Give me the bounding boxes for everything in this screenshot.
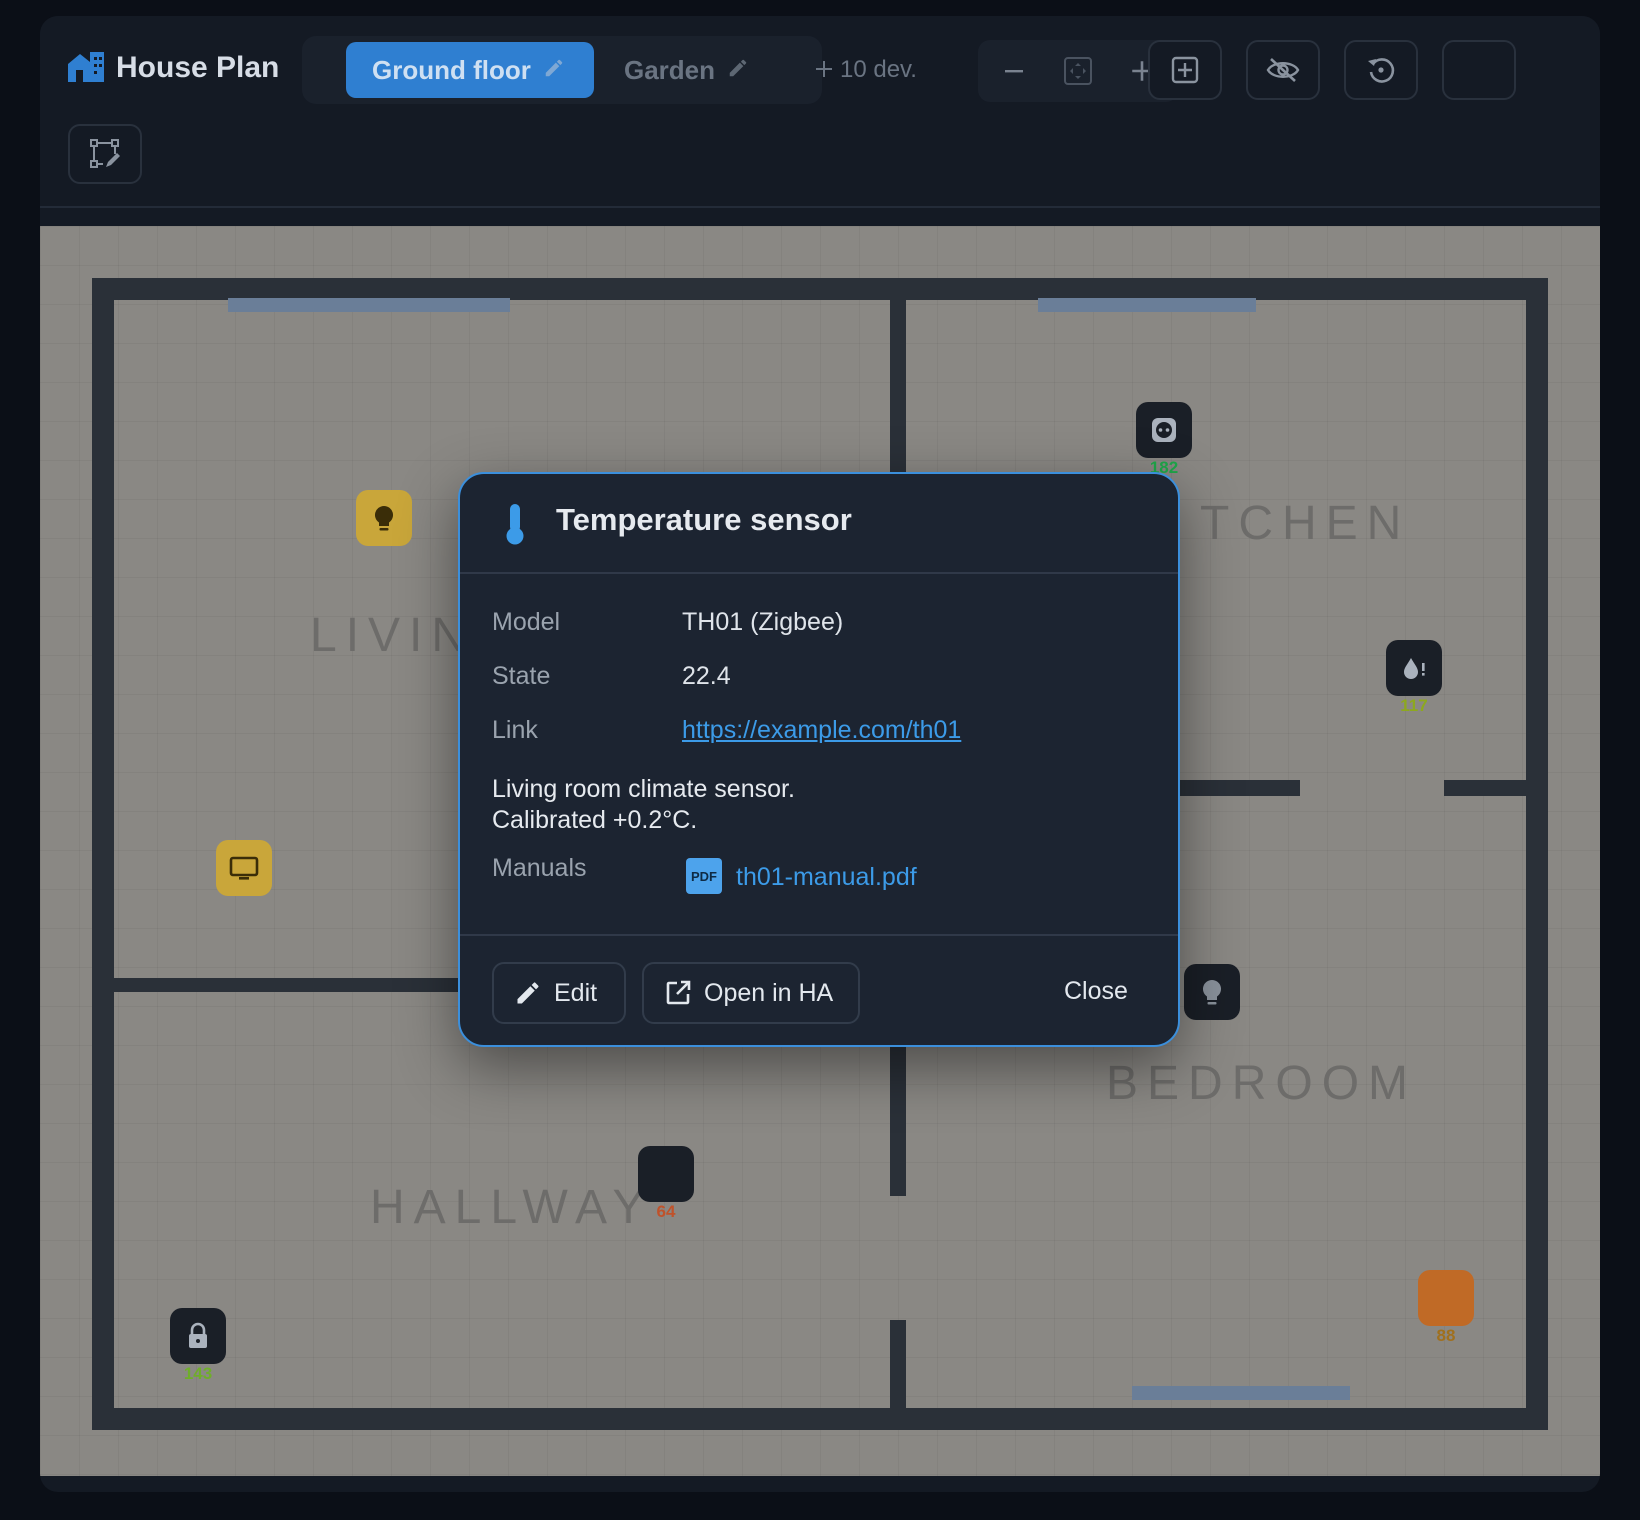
pencil-icon bbox=[517, 982, 539, 1004]
eye-off-icon bbox=[1266, 58, 1300, 82]
room-label-hallway: HALLWAY bbox=[370, 1181, 654, 1234]
device-link[interactable]: https://example.com/th01 bbox=[682, 716, 961, 745]
header: House Plan Ground floor Garden 10 dev. bbox=[40, 16, 1600, 208]
lightbulb-icon bbox=[374, 505, 394, 531]
device-description: Living room climate sensor. Calibrated +… bbox=[492, 774, 795, 836]
device-details-dialog: Temperature sensor Model TH01 (Zigbee) S… bbox=[458, 472, 1180, 1047]
device-lock[interactable] bbox=[170, 1308, 226, 1364]
wall bbox=[890, 1046, 906, 1196]
link-label: Link bbox=[492, 716, 538, 744]
open-in-ha-button[interactable]: Open in HA bbox=[642, 962, 860, 1024]
open-external-icon bbox=[666, 980, 691, 1005]
pencil-icon[interactable] bbox=[727, 55, 749, 86]
add-device-button[interactable] bbox=[1148, 40, 1222, 100]
window bbox=[228, 298, 510, 312]
vector-edit-icon bbox=[90, 139, 120, 168]
wall bbox=[1160, 780, 1300, 796]
wall bbox=[112, 978, 492, 992]
device-value: 88 bbox=[1436, 1326, 1456, 1345]
wall bbox=[1444, 780, 1528, 796]
toggle-visibility-button[interactable] bbox=[1246, 40, 1320, 100]
state-value: 22.4 bbox=[682, 662, 731, 690]
device-value: 117 bbox=[1400, 696, 1428, 715]
edit-button[interactable]: Edit bbox=[492, 962, 626, 1024]
add-floor-button[interactable] bbox=[804, 50, 844, 90]
pdf-icon: PDF bbox=[686, 858, 722, 894]
dialog-header: Temperature sensor bbox=[460, 474, 1178, 574]
model-label: Model bbox=[492, 608, 561, 636]
tab-label: Garden bbox=[624, 54, 716, 85]
app-title: House Plan bbox=[116, 51, 280, 84]
open-in-ha-label: Open in HA bbox=[704, 978, 834, 1007]
wall bbox=[890, 298, 906, 484]
wall bbox=[92, 278, 114, 1430]
dialog-title: Temperature sensor bbox=[556, 502, 852, 537]
edit-walls-button[interactable] bbox=[68, 124, 142, 184]
tab-garden[interactable]: Garden bbox=[598, 42, 794, 98]
wall bbox=[92, 1408, 1548, 1430]
device-tv[interactable] bbox=[216, 840, 272, 896]
brand: House Plan bbox=[66, 48, 279, 88]
wall bbox=[1526, 278, 1548, 1430]
wall bbox=[890, 1320, 906, 1410]
window bbox=[1132, 1386, 1350, 1400]
minus-icon bbox=[1005, 70, 1023, 73]
wall bbox=[92, 278, 1548, 300]
thermometer-icon bbox=[502, 502, 528, 551]
device-leak-sensor[interactable] bbox=[1386, 640, 1442, 696]
fit-screen-icon bbox=[1064, 57, 1092, 85]
floor-tabs: Ground floor Garden bbox=[302, 36, 832, 104]
lightbulb-icon bbox=[1202, 979, 1222, 1005]
tv-icon bbox=[229, 856, 259, 880]
device-bedroom-orange[interactable] bbox=[1418, 1270, 1474, 1326]
device-light-living[interactable] bbox=[356, 490, 412, 546]
device-light-bedroom[interactable] bbox=[1184, 964, 1240, 1020]
device-count: 10 dev. bbox=[840, 56, 917, 83]
fit-screen-button[interactable] bbox=[1058, 51, 1098, 91]
add-box-icon bbox=[1171, 56, 1199, 84]
zoom-out-button[interactable] bbox=[994, 51, 1034, 91]
water-alert-icon bbox=[1404, 658, 1425, 679]
device-socket[interactable] bbox=[1136, 402, 1192, 458]
description-line: Living room climate sensor. bbox=[492, 775, 795, 803]
plus-icon bbox=[816, 61, 832, 77]
device-value: 64 bbox=[656, 1202, 676, 1221]
house-plan-icon bbox=[66, 48, 106, 89]
reset-view-button[interactable] bbox=[1344, 40, 1418, 100]
dialog-divider bbox=[460, 934, 1178, 936]
room-label-living: LIVIN bbox=[310, 609, 476, 662]
window bbox=[1038, 298, 1256, 312]
manuals-label: Manuals bbox=[492, 854, 587, 882]
model-value: TH01 (Zigbee) bbox=[682, 608, 844, 636]
lock-icon bbox=[189, 1322, 207, 1348]
description-line: Calibrated +0.2°C. bbox=[492, 806, 698, 834]
device-hallway[interactable] bbox=[638, 1146, 694, 1202]
state-label: State bbox=[492, 662, 551, 690]
room-label-kitchen: TCHEN bbox=[1200, 497, 1411, 550]
close-button[interactable]: Close bbox=[1064, 977, 1128, 1006]
menu-button[interactable] bbox=[1442, 40, 1516, 100]
edit-label: Edit bbox=[554, 978, 598, 1007]
reset-icon bbox=[1368, 58, 1395, 83]
room-label-bedroom: BEDROOM bbox=[1106, 1057, 1418, 1110]
device-value: 143 bbox=[183, 1364, 213, 1383]
pencil-icon[interactable] bbox=[543, 55, 565, 86]
tab-ground-floor[interactable]: Ground floor bbox=[346, 42, 594, 98]
manual-link[interactable]: th01-manual.pdf bbox=[736, 863, 917, 892]
socket-icon bbox=[1152, 418, 1176, 442]
tab-label: Ground floor bbox=[372, 54, 531, 85]
